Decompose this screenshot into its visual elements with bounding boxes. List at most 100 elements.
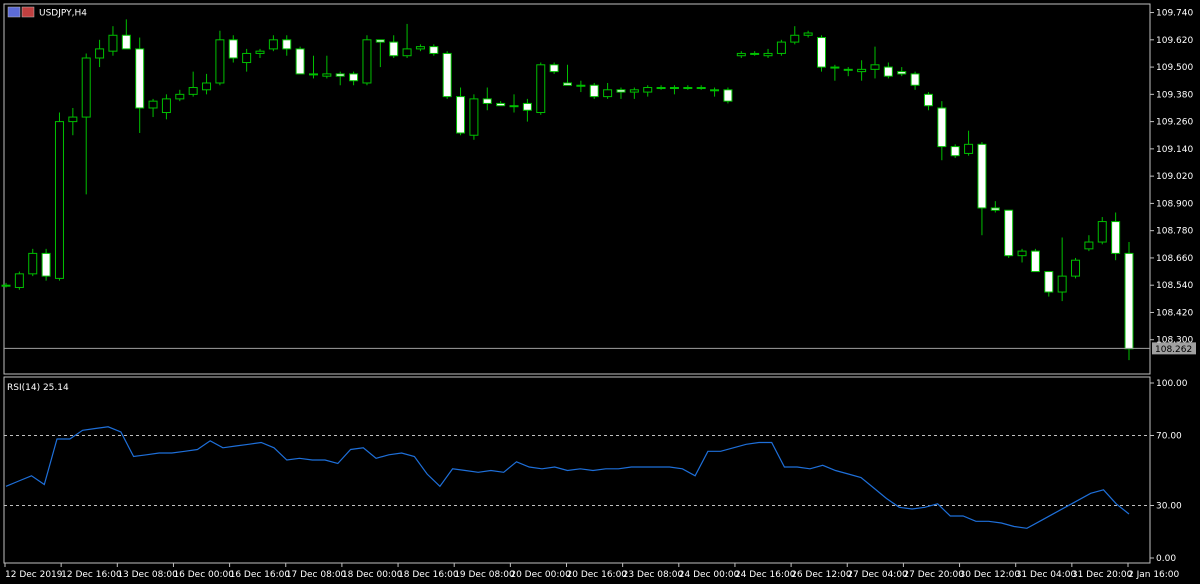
- candle[interactable]: [1004, 209, 1014, 258]
- bull-candle-body: [857, 68, 867, 73]
- bear-candle-body: [375, 39, 385, 43]
- bull-candle-body: [175, 93, 185, 100]
- bull-candle-body: [95, 48, 105, 59]
- time-tick-label: 23 Dec 08:00: [623, 570, 684, 580]
- candle[interactable]: [817, 35, 827, 72]
- time-tick-label: 13 Dec 08:00: [117, 570, 178, 580]
- bull-candle-body: [108, 34, 118, 52]
- price-tick-label: 108.780: [1156, 227, 1193, 237]
- bull-candle-body: [68, 116, 78, 123]
- candle[interactable]: [1071, 257, 1081, 279]
- bear-candle-body: [442, 52, 452, 98]
- bull-candle-body: [603, 89, 613, 98]
- bear-candle-body: [456, 96, 466, 134]
- bull-candle-body: [1057, 275, 1067, 293]
- chart-background: [0, 0, 1200, 584]
- price-tick-label: 109.740: [1156, 9, 1193, 19]
- bull-candle-body: [629, 89, 639, 93]
- bull-candle-body: [1084, 241, 1094, 250]
- bull-candle-body: [536, 64, 546, 114]
- time-tick-label: 19 Dec 08:00: [454, 570, 515, 580]
- time-tick-label: 30 Dec 12:00: [960, 570, 1021, 580]
- bull-candle-body: [763, 52, 773, 57]
- bear-candle-body: [389, 41, 399, 57]
- candle[interactable]: [41, 248, 51, 281]
- price-tick-label: 108.420: [1156, 308, 1193, 318]
- candle[interactable]: [723, 87, 733, 104]
- bear-candle-body: [228, 39, 238, 59]
- bull-candle-body: [81, 57, 91, 118]
- rsi-tick-label: 100.00: [1156, 379, 1188, 389]
- bull-candle-body: [803, 32, 813, 36]
- time-tick-label: 26 Dec 12:00: [791, 570, 852, 580]
- bull-candle-body: [643, 87, 653, 93]
- candle[interactable]: [295, 46, 305, 75]
- bear-candle-body: [897, 71, 907, 75]
- flag-usd-icon: [7, 6, 21, 18]
- bull-candle-body: [1, 284, 11, 287]
- bear-candle-body: [41, 252, 51, 277]
- bull-candle-body: [148, 100, 158, 109]
- bull-candle-body: [14, 273, 24, 288]
- bull-candle-body: [576, 84, 586, 87]
- candle[interactable]: [950, 144, 960, 158]
- candle[interactable]: [362, 35, 372, 86]
- time-tick-label: 16 Dec 16:00: [230, 570, 291, 580]
- bear-candle-body: [335, 73, 345, 77]
- bull-candle-body: [28, 252, 38, 275]
- bull-candle-body: [710, 89, 720, 92]
- bear-candle-body: [121, 34, 131, 50]
- price-tick-label: 109.260: [1156, 118, 1193, 128]
- time-tick-label: 31 Dec 20:00: [1072, 570, 1133, 580]
- price-tick-label: 109.380: [1156, 90, 1193, 100]
- candle[interactable]: [536, 62, 546, 115]
- candle[interactable]: [1030, 248, 1040, 273]
- price-tick-label: 109.620: [1156, 36, 1193, 46]
- candle[interactable]: [228, 35, 238, 63]
- bear-candle-body: [990, 207, 1000, 211]
- candle[interactable]: [14, 271, 24, 290]
- bull-candle-body: [870, 64, 880, 70]
- bear-candle-body: [482, 98, 492, 104]
- bull-candle-body: [830, 66, 840, 69]
- time-tick-label: 18 Dec 16:00: [398, 570, 459, 580]
- time-tick-label: 2 Jan 16:00: [1128, 570, 1180, 580]
- price-tick-label: 109.500: [1156, 63, 1193, 73]
- bull-candle-body: [469, 98, 479, 136]
- candle[interactable]: [1124, 242, 1134, 361]
- chart-canvas: 109.740 109.620 109.500 109.380 109.260 109.1…: [0, 0, 1200, 584]
- candle[interactable]: [54, 112, 64, 281]
- bear-candle-body: [135, 48, 145, 109]
- bear-candle-body: [1030, 250, 1040, 273]
- candle[interactable]: [776, 39, 786, 56]
- candle[interactable]: [469, 94, 479, 140]
- time-tick-label: 27 Dec 20:00: [903, 570, 964, 580]
- bull-candle-body: [696, 87, 706, 90]
- bear-candle-body: [295, 48, 305, 75]
- candle[interactable]: [589, 82, 599, 99]
- bull-candle-body: [322, 73, 332, 77]
- bear-candle-body: [563, 82, 572, 86]
- time-tick-label: 31 Dec 04:00: [1016, 570, 1077, 580]
- time-tick-label: 24 Dec 00:00: [679, 570, 740, 580]
- bear-candle-body: [950, 146, 960, 157]
- bull-candle-body: [362, 39, 372, 84]
- bull-candle-body: [843, 68, 853, 71]
- bear-candle-body: [723, 89, 733, 102]
- bear-candle-body: [910, 73, 920, 86]
- candle[interactable]: [1097, 217, 1107, 245]
- candle[interactable]: [442, 51, 452, 99]
- bull-candle-body: [242, 52, 252, 64]
- price-tick-label: 108.900: [1156, 199, 1193, 209]
- bull-candle-body: [215, 39, 225, 84]
- bear-candle-body: [883, 66, 893, 77]
- symbol-header[interactable]: USDJPY,H4: [7, 6, 87, 19]
- symbol-title: USDJPY,H4: [39, 9, 87, 19]
- bear-candle-body: [589, 84, 599, 98]
- time-tick-label: 18 Dec 00:00: [342, 570, 403, 580]
- candle[interactable]: [28, 248, 38, 277]
- time-tick-label: 27 Dec 04:00: [847, 570, 908, 580]
- bear-candle-body: [549, 64, 559, 73]
- rsi-tick-label: 30.00: [1156, 502, 1182, 512]
- time-tick-label: 12 Dec 2019: [5, 570, 63, 580]
